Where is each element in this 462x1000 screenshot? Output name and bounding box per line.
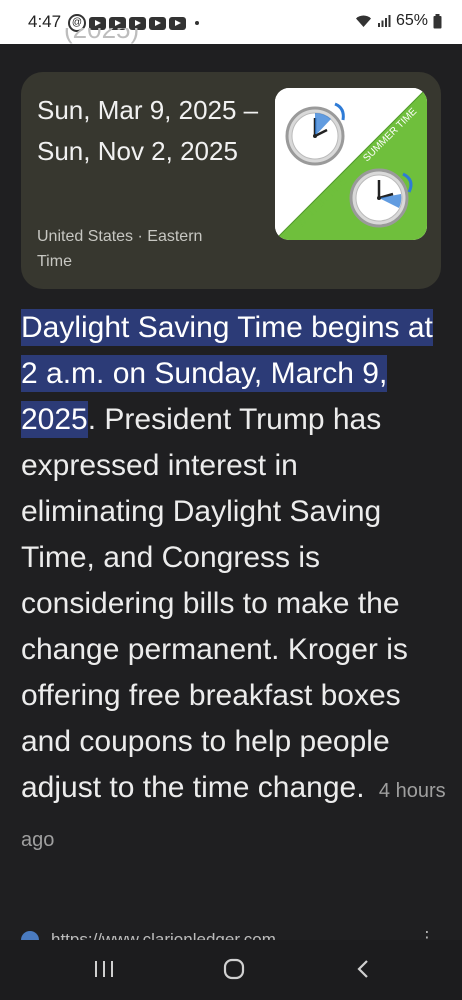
- wifi-icon: [355, 15, 371, 27]
- answer-body: . President Trump has expressed interest…: [21, 403, 408, 804]
- recents-icon[interactable]: [92, 957, 116, 981]
- date-location: United States · Eastern Time: [37, 228, 203, 270]
- back-icon[interactable]: [352, 957, 376, 981]
- dst-clocks-image[interactable]: WINTER TIME SUMMER TIME: [275, 88, 427, 240]
- system-status: 65%: [355, 12, 442, 30]
- globe-icon: [21, 931, 39, 940]
- status-time: 4:47: [28, 12, 62, 31]
- previous-title-fragment: (2025): [64, 28, 140, 44]
- youtube-icon: [169, 16, 186, 30]
- answer-snippet: Daylight Saving Time begins at 2 a.m. on…: [21, 305, 446, 863]
- youtube-icon: [149, 16, 166, 30]
- more-options-icon[interactable]: ⋮: [419, 928, 435, 940]
- battery-percentage: 65%: [395, 12, 428, 29]
- date-card[interactable]: Sun, Mar 9, 2025 – Sun, Nov 2, 2025 Unit…: [21, 72, 441, 289]
- date-range: Sun, Mar 9, 2025 – Sun, Nov 2, 2025: [37, 95, 259, 166]
- source-row[interactable]: https://www.clarionledger.com ⋮: [21, 928, 441, 940]
- battery-icon: [433, 13, 442, 28]
- navigation-bar: [0, 940, 462, 1000]
- dot-icon: [195, 21, 199, 25]
- signal-icon: [377, 15, 391, 27]
- source-url[interactable]: https://www.clarionledger.com: [51, 930, 276, 940]
- home-icon[interactable]: [222, 957, 246, 981]
